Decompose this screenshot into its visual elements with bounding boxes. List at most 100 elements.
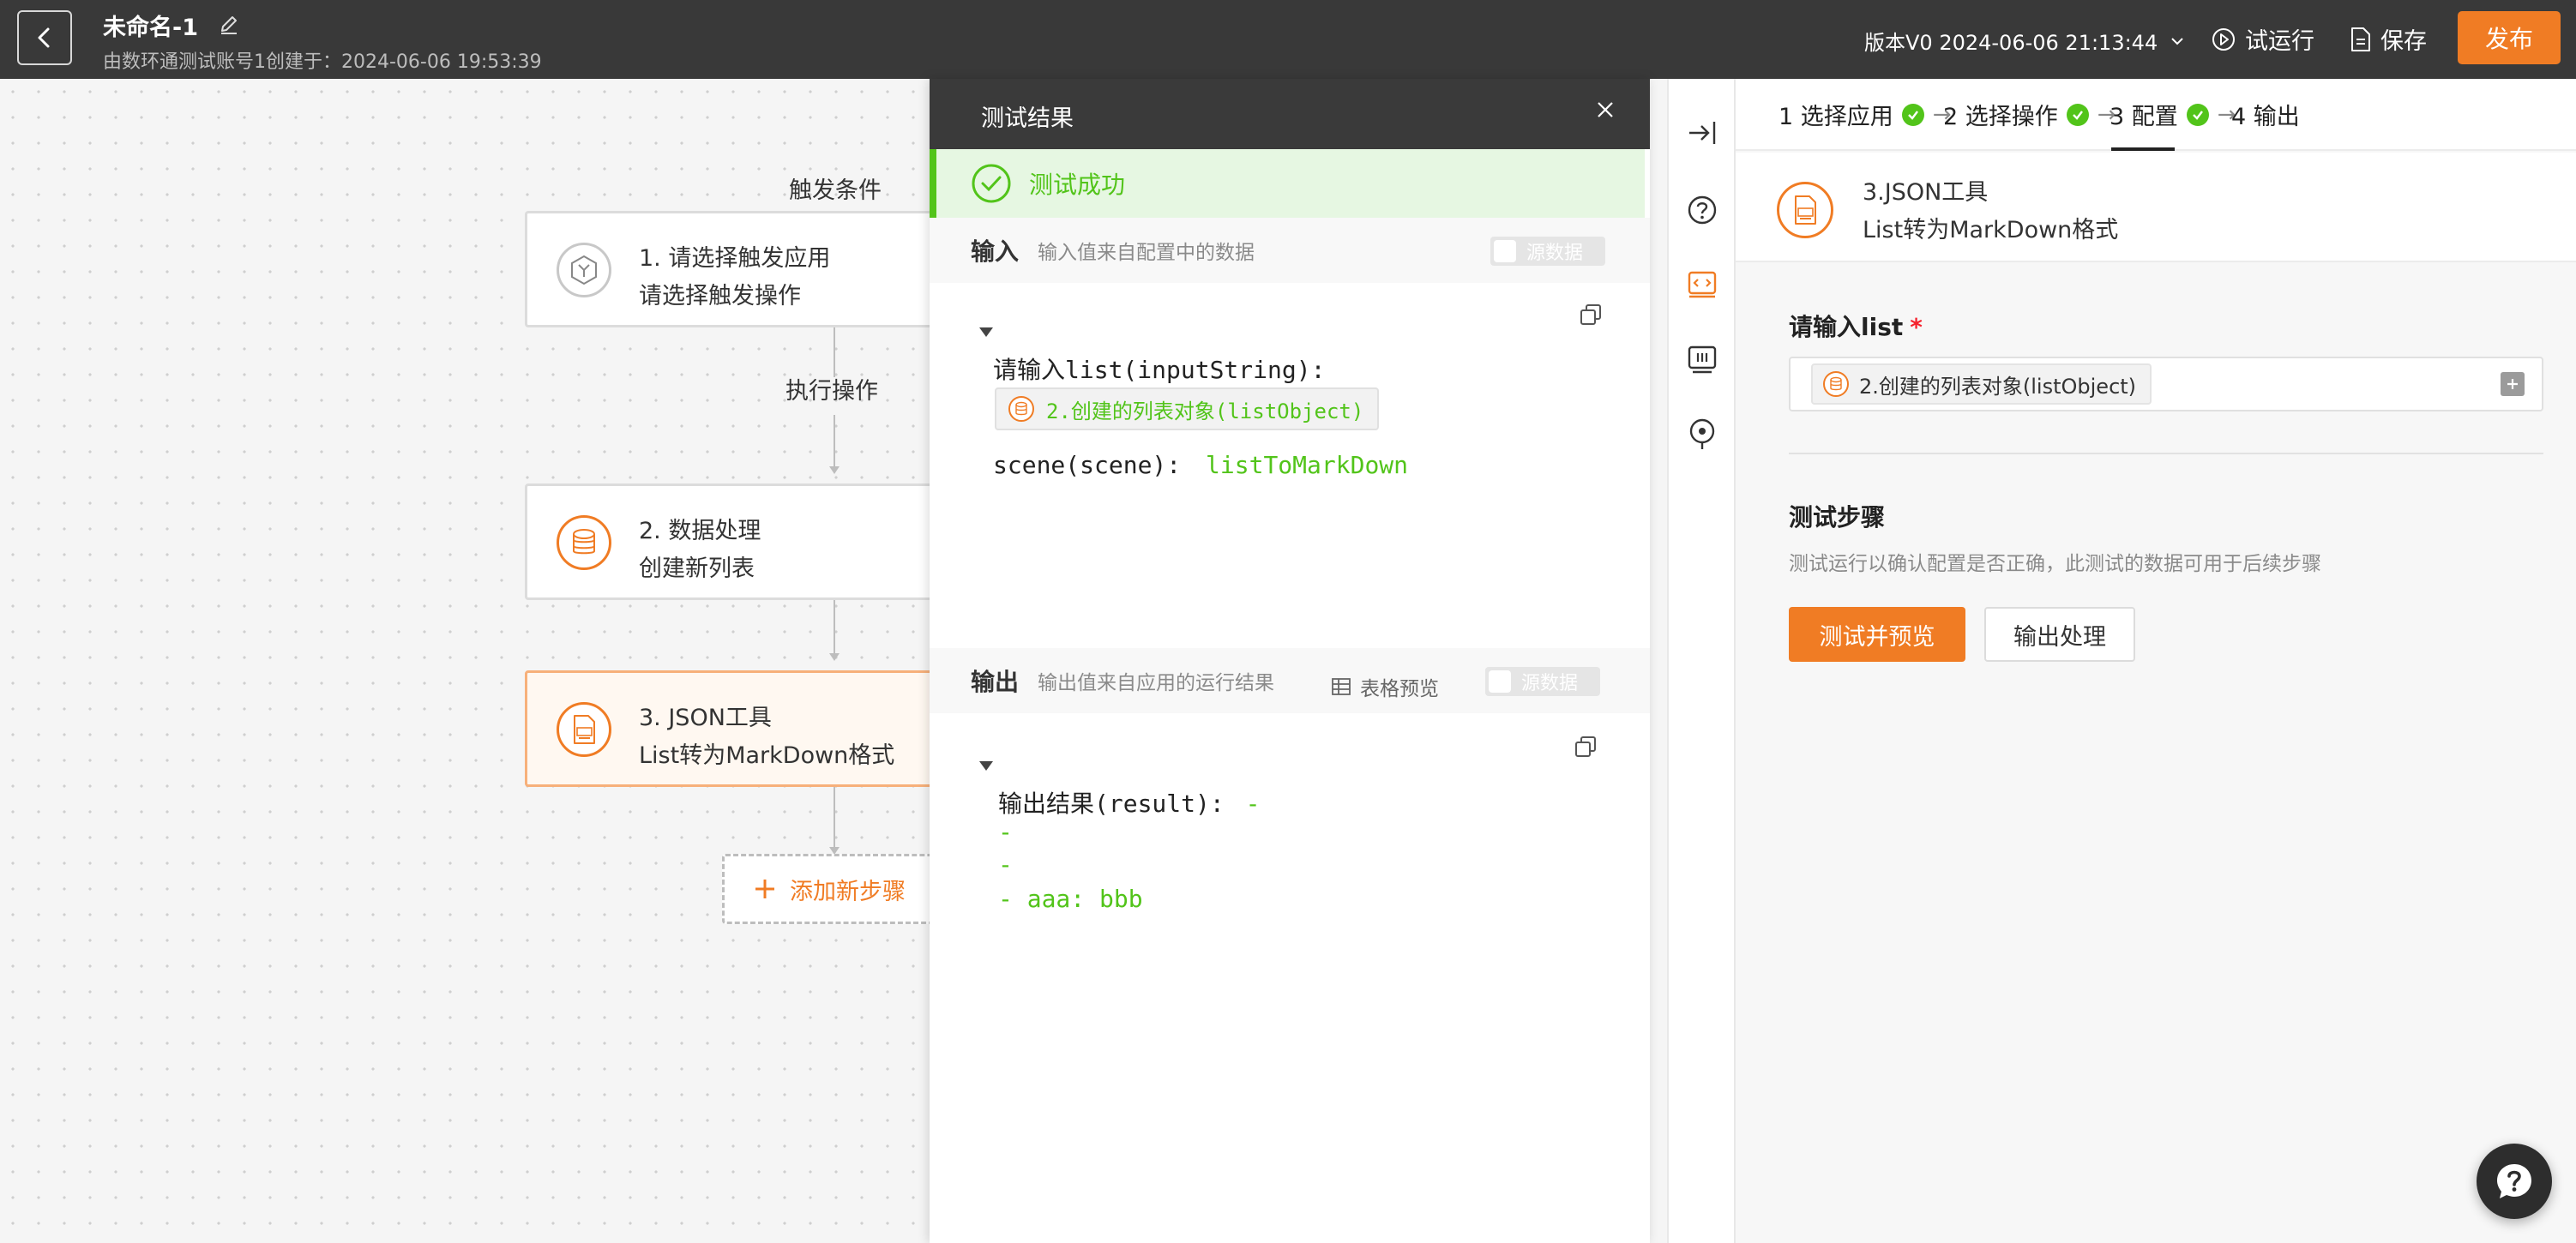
created-info: 由数环通测试账号1创建于：2024-06-06 19:53:39 — [103, 51, 542, 73]
question-bubble-icon — [2497, 1164, 2531, 1198]
input-title: 输入 — [971, 237, 1020, 266]
action-label: 执行操作 — [785, 378, 878, 405]
output-processing-button[interactable]: 输出处理 — [1984, 607, 2135, 662]
copy-icon[interactable] — [1580, 303, 1602, 329]
database-icon — [1823, 371, 1849, 397]
play-circle-icon — [2212, 27, 2235, 51]
input-scene-row: scene(scene): listToMarkDown — [993, 451, 1408, 479]
add-step-label: 添加新步骤 — [790, 878, 906, 905]
success-text: 测试成功 — [1029, 171, 1126, 199]
workflow-title: 未命名-1 — [103, 15, 198, 41]
database-icon — [1008, 396, 1034, 422]
check-icon — [2186, 103, 2209, 126]
trial-run-label: 试运行 — [2245, 28, 2314, 55]
flow-node-json-tool[interactable]: 3. JSON工具 List转为MarkDown格式 — [525, 670, 931, 787]
trigger-label: 触发条件 — [789, 177, 882, 204]
monitor-icon[interactable] — [1686, 343, 1718, 379]
output-result-row: 输出结果(result): - — [998, 785, 1260, 820]
chip-label: 2.创建的列表对象(listObject) — [1859, 374, 2137, 399]
copy-icon[interactable] — [1574, 736, 1597, 761]
edit-title-icon[interactable] — [218, 14, 240, 39]
arrow-down-icon — [829, 653, 840, 661]
check-circle-icon — [972, 164, 1011, 203]
flow-canvas[interactable]: 触发条件 1. 请选择触发应用 请选择触发操作 执行操作 2. 数据处理 创建新… — [0, 79, 931, 1243]
flow-node-trigger[interactable]: 1. 请选择触发应用 请选择触发操作 — [525, 211, 931, 327]
active-step-indicator — [2111, 147, 2175, 151]
step-select-action[interactable]: 2 选择操作 → — [1943, 98, 2116, 131]
check-icon — [1901, 103, 1924, 126]
list-input[interactable]: 2.创建的列表对象(listObject) — [1789, 357, 2543, 411]
top-bar: 未命名-1 由数环通测试账号1创建于：2024-06-06 19:53:39 版… — [0, 0, 2576, 79]
step-select-app[interactable]: 1 选择应用 → — [1779, 98, 1952, 131]
node-title: 1. 请选择触发应用 — [639, 245, 831, 272]
output-title: 输出 — [971, 668, 1020, 696]
connector-line — [834, 600, 835, 653]
save-label: 保存 — [2380, 28, 2427, 55]
test-preview-button[interactable]: 测试并预览 — [1789, 607, 1965, 662]
step-output[interactable]: 4 输出 — [2231, 98, 2300, 131]
selected-node-summary: 3.JSON工具 List转为MarkDown格式 — [1736, 153, 2576, 262]
collapse-triangle-icon[interactable] — [979, 327, 993, 337]
toggle-knob — [1494, 240, 1516, 262]
flow-node-data-processing[interactable]: 2. 数据处理 创建新列表 — [525, 483, 931, 600]
arrow-down-icon — [829, 466, 840, 474]
database-icon — [557, 515, 611, 570]
help-chat-button[interactable] — [2477, 1144, 2552, 1219]
code-config-icon[interactable] — [1686, 267, 1718, 303]
node-subtitle: List转为MarkDown格式 — [1863, 217, 2119, 243]
step-label: 4 输出 — [2231, 104, 2300, 130]
result-line: - — [998, 818, 1013, 846]
section-divider — [1789, 453, 2543, 454]
config-panel: 1 选择应用 → 2 选择操作 → 3 配置 → 4 输出 3.JSON工具 L… — [1736, 79, 2576, 1243]
table-icon — [1332, 678, 1351, 695]
result-panel-title: 测试结果 — [981, 105, 1074, 132]
input-reference-chip[interactable]: 2.创建的列表对象(listObject) — [1811, 363, 2152, 405]
result-panel-header: 测试结果 — [930, 79, 1650, 149]
step-label: 2 选择操作 — [1943, 104, 2058, 130]
list-field-label: 请输入list * — [1789, 309, 1923, 343]
test-step-description: 测试运行以确认配置是否正确，此测试的数据可用于后续步骤 — [1789, 553, 2321, 575]
table-preview-label: 表格预览 — [1360, 678, 1439, 700]
test-step-title: 测试步骤 — [1789, 503, 1886, 531]
result-key: 输出结果(result): — [998, 790, 1225, 818]
step-configure[interactable]: 3 配置 → — [2110, 98, 2236, 131]
toggle-label: 源数据 — [1521, 673, 1579, 694]
help-circle-icon[interactable] — [1686, 194, 1718, 230]
field-label-text: 请输入list — [1789, 313, 1904, 341]
back-button[interactable] — [17, 10, 72, 65]
collapse-triangle-icon[interactable] — [979, 761, 993, 771]
publish-button[interactable]: 发布 — [2458, 11, 2561, 64]
version-label: 版本V0 2024-06-06 21:13:44 — [1864, 31, 2158, 55]
save-button[interactable]: 保存 — [2350, 22, 2427, 56]
chevron-left-icon — [38, 27, 50, 48]
reference-label: 2.创建的列表对象(listObject) — [1046, 399, 1364, 423]
json-file-icon — [1777, 182, 1833, 238]
add-variable-icon[interactable] — [2501, 372, 2525, 396]
location-target-icon[interactable] — [1686, 417, 1718, 454]
trial-run-button[interactable]: 试运行 — [2211, 22, 2314, 56]
add-step-button[interactable]: 添加新步骤 — [722, 854, 931, 924]
toggle-knob — [1489, 670, 1511, 693]
version-selector[interactable]: 版本V0 2024-06-06 21:13:44 — [1864, 26, 2185, 56]
output-source-toggle[interactable]: 源数据 — [1485, 667, 1600, 696]
check-icon — [2066, 103, 2089, 126]
plus-icon — [755, 880, 774, 898]
result-line: - aaa: bbb — [998, 885, 1143, 913]
close-icon[interactable] — [1595, 99, 1616, 123]
side-icon-rail — [1667, 79, 1736, 1243]
connector-line — [834, 415, 835, 466]
input-subtitle: 输入值来自配置中的数据 — [1038, 242, 1255, 264]
node-title: 2. 数据处理 — [639, 518, 761, 544]
hexagon-icon — [557, 243, 611, 297]
json-file-icon — [557, 702, 611, 757]
node-subtitle: 请选择触发操作 — [639, 283, 801, 309]
table-preview-button[interactable]: 表格预览 — [1331, 672, 1439, 701]
collapse-panel-icon[interactable] — [1686, 118, 1718, 151]
input-source-toggle[interactable]: 源数据 — [1490, 237, 1605, 266]
connector-line — [834, 787, 835, 852]
document-icon — [2351, 27, 2370, 51]
input-field-key: 请输入list(inputString): — [993, 356, 1326, 384]
input-reference-chip: 2.创建的列表对象(listObject) — [995, 387, 1379, 430]
connector-line — [834, 327, 835, 377]
node-title: 3.JSON工具 — [1863, 179, 1989, 206]
